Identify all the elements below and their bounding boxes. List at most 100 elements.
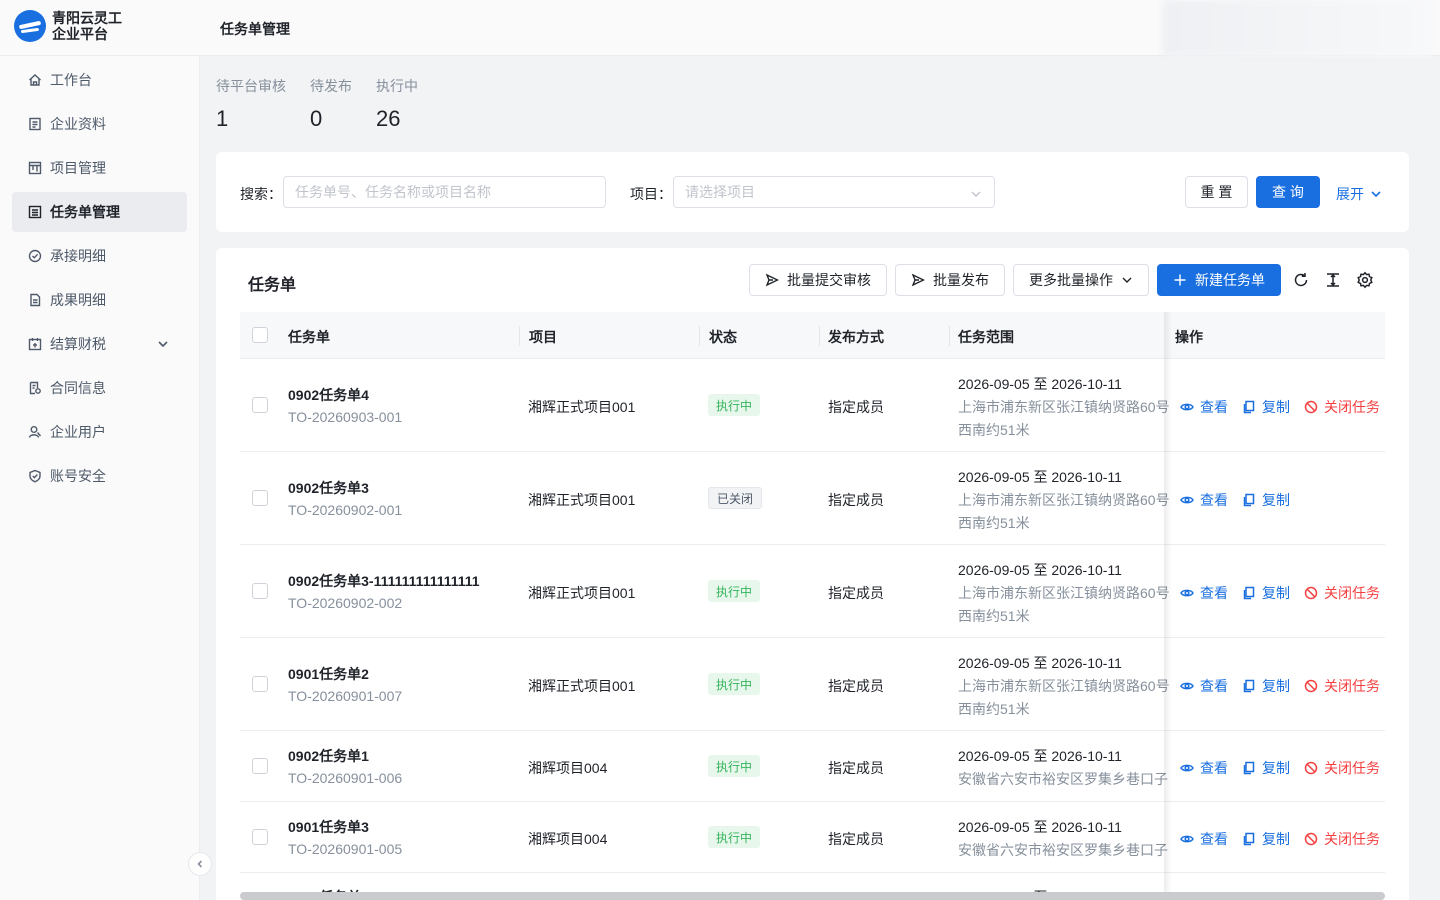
reset-button[interactable]: 重 置 [1185,176,1248,208]
task-order-code: TO-20260901-006 [288,770,403,786]
horizontal-scrollbar[interactable] [240,892,1385,900]
stat-pending-publish[interactable]: 待发布 0 [310,76,352,132]
sidebar-item-task-orders[interactable]: 任务单管理 [12,192,187,232]
project-name: 湘辉项目004 [528,831,608,847]
close-task-link[interactable]: 关闭任务 [1304,397,1380,417]
batch-submit-review-button[interactable]: 批量提交审核 [749,264,887,296]
close-task-link[interactable]: 关闭任务 [1304,583,1380,603]
copy-icon [1243,400,1255,414]
table-title: 任务单 [248,277,297,294]
expand-label: 展开 [1336,186,1364,202]
close-task-link[interactable]: 关闭任务 [1304,676,1380,696]
sidebar-item-security[interactable]: 账号安全 [12,456,187,496]
close-task-link[interactable]: 关闭任务 [1304,758,1380,778]
copy-link[interactable]: 复制 [1242,676,1290,696]
column-header-task-order[interactable]: 任务单 [288,327,330,347]
publish-method: 指定成员 [828,585,884,601]
copy-link[interactable]: 复制 [1242,397,1290,417]
view-link[interactable]: 查看 [1180,490,1228,510]
task-order-name[interactable]: 0901任务单3 [288,817,369,837]
sidebar-item-label: 工作台 [50,72,92,88]
copy-icon [1243,761,1255,775]
batch-publish-button[interactable]: 批量发布 [895,264,1005,296]
task-order-name[interactable]: 0902任务单3 [288,478,369,498]
sidebar-item-contracts[interactable]: 合同信息 [12,368,187,408]
sidebar-item-company-info[interactable]: 企业资料 [12,104,187,144]
check-circle-icon [28,249,42,263]
stat-pending-review[interactable]: 待平台审核 1 [216,76,286,132]
row-checkbox[interactable] [252,583,268,599]
project-name: 湘辉项目004 [528,760,608,776]
list-icon [28,205,42,219]
task-order-name[interactable]: 0902任务单1 [288,746,369,766]
view-link[interactable]: 查看 [1180,829,1228,849]
publish-method: 指定成员 [828,492,884,508]
task-date-range: 2026-09-05 至 2026-10-11 [958,819,1122,835]
select-all-checkbox[interactable] [252,327,268,343]
sidebar-item-settlement[interactable]: 结算财税 [12,324,187,364]
task-order-name[interactable]: 0902任务单4 [288,385,369,405]
shield-icon [28,469,42,483]
column-header-task-range[interactable]: 任务范围 [958,327,1014,347]
sidebar-collapse-button[interactable] [188,852,212,876]
status-badge: 已关闭 [708,487,763,509]
search-placeholder: 任务单号、任务名称或项目名称 [295,184,491,200]
row-checkbox[interactable] [252,676,268,692]
settings-gear-icon[interactable] [1356,271,1374,289]
status-badge: 执行中 [708,394,761,416]
copy-link[interactable]: 复制 [1242,490,1290,510]
view-link[interactable]: 查看 [1180,583,1228,603]
search-input[interactable]: 任务单号、任务名称或项目名称 [283,176,606,208]
close-task-link[interactable]: 关闭任务 [1304,829,1380,849]
top-header: 青阳云灵工 企业平台 任务单管理 [0,0,1440,56]
publish-method: 指定成员 [828,678,884,694]
row-density-icon[interactable] [1324,271,1342,289]
publish-method: 指定成员 [828,760,884,776]
column-header-project[interactable]: 项目 [529,327,557,347]
contract-icon [28,381,42,395]
status-badge: 执行中 [708,673,761,695]
sidebar-item-users[interactable]: 企业用户 [12,412,187,452]
sidebar-item-projects[interactable]: 项目管理 [12,148,187,188]
publish-method: 指定成员 [828,399,884,415]
row-checkbox[interactable] [252,397,268,413]
copy-link[interactable]: 复制 [1242,829,1290,849]
query-button[interactable]: 查 询 [1256,176,1320,208]
expand-filters-link[interactable]: 展开 [1336,184,1382,204]
task-order-code: TO-20260902-001 [288,502,403,518]
task-order-name[interactable]: 0902任务单3-111111111111111 [288,571,480,591]
more-batch-actions-dropdown[interactable]: 更多批量操作 [1013,264,1149,296]
row-checkbox[interactable] [252,758,268,774]
column-header-publish-method[interactable]: 发布方式 [828,327,884,347]
project-name: 湘辉正式项目001 [528,399,636,415]
copy-icon [1243,586,1255,600]
plus-icon [1174,274,1186,286]
stat-executing[interactable]: 执行中 26 [376,76,418,132]
view-link[interactable]: 查看 [1180,676,1228,696]
sidebar-item-results[interactable]: 成果明细 [12,280,187,320]
project-select[interactable]: 请选择项目 [673,176,995,208]
sidebar-item-workbench[interactable]: 工作台 [12,60,187,100]
brand-logo[interactable]: 青阳云灵工 企业平台 [14,10,122,42]
refresh-icon[interactable] [1292,271,1310,289]
create-task-order-button[interactable]: 新建任务单 [1157,264,1281,296]
task-order-name[interactable]: 0901任务单2 [288,664,369,684]
project-name: 湘辉正式项目001 [528,492,636,508]
row-checkbox[interactable] [252,829,268,845]
task-order-code: TO-20260902-002 [288,595,403,611]
logo-icon [14,10,46,42]
user-area-blurred[interactable] [1163,0,1431,56]
eye-icon [1180,496,1194,504]
send-icon [911,273,925,287]
column-header-status[interactable]: 状态 [709,327,737,347]
sidebar-item-undertakings[interactable]: 承接明细 [12,236,187,276]
view-link[interactable]: 查看 [1180,397,1228,417]
chevron-down-icon [970,187,982,199]
copy-link[interactable]: 复制 [1242,758,1290,778]
ban-icon [1304,832,1318,846]
chevron-down-icon[interactable] [157,337,169,349]
row-checkbox[interactable] [252,490,268,506]
ban-icon [1304,761,1318,775]
view-link[interactable]: 查看 [1180,758,1228,778]
copy-link[interactable]: 复制 [1242,583,1290,603]
